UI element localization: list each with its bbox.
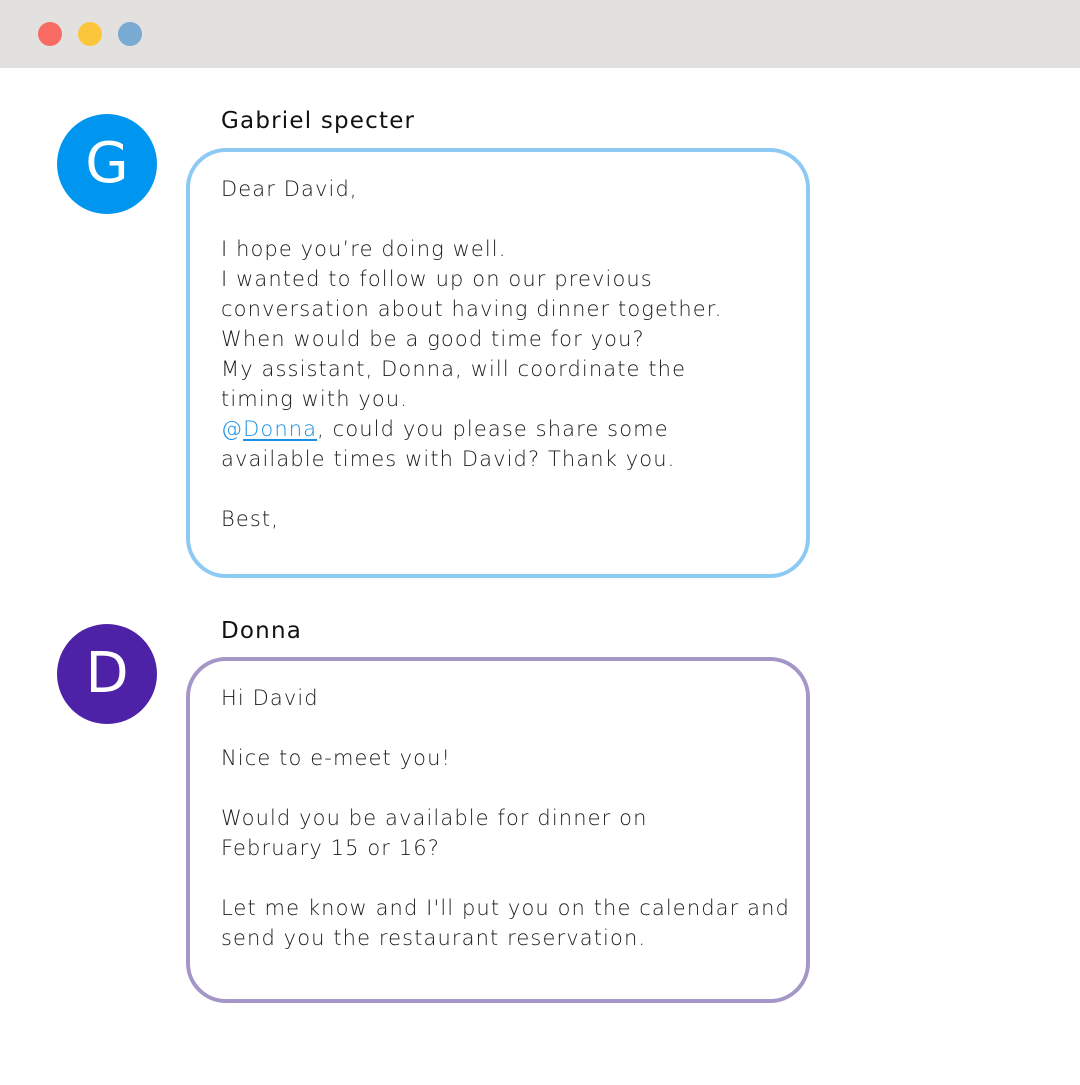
message-line: conversation about having dinner togethe… [221,297,723,321]
message-line: I hope you’re doing well. [221,237,507,261]
message-line: My assistant, Donna, will coordinate the [221,357,687,381]
mention-rest-text: , could you please share some [317,417,669,441]
avatar-gabriel[interactable]: G [57,114,157,214]
message-line: February 15 or 16? [221,836,440,860]
message-line [221,474,722,504]
message-line: When would be a good time for you? [221,327,645,351]
message-line: send you the restaurant reservation. [221,926,647,950]
close-window-button[interactable] [38,22,62,46]
avatar-donna[interactable]: D [57,624,157,724]
message-line: Dear David, [221,177,358,201]
message-line: timing with you. [221,387,409,411]
mention-link[interactable]: @Donna [221,417,317,441]
message-line: Let me know and I'll put you on the cale… [221,896,790,920]
mention-name: Donna [243,417,318,441]
sender-name: Donna [221,618,303,644]
sender-name: Gabriel specter [221,108,416,134]
message-line: I wanted to follow up on our previous [221,267,653,291]
message-line [221,204,722,234]
message-bubble: Hi David Nice to e-meet you! Would you b… [186,657,810,1003]
message-line: available times with David? Thank you. [221,447,676,471]
mention-at-sign: @ [221,417,244,441]
minimize-window-button[interactable] [78,22,102,46]
message-line [221,773,790,803]
message-line: Would you be available for dinner on [221,806,648,830]
zoom-window-button[interactable] [118,22,142,46]
message-line: Best, [221,507,280,531]
message-line [221,863,790,893]
message-body: Hi David Nice to e-meet you! Would you b… [221,683,790,953]
window-titlebar [0,0,1080,68]
message-line [221,713,790,743]
message-line-mention: @Donna, could you please share some [221,414,722,444]
message-body: Dear David, I hope you’re doing well. I … [221,174,722,534]
message-bubble: Dear David, I hope you’re doing well. I … [186,148,810,578]
message-line: Hi David [221,686,319,710]
message-line: Nice to e-meet you! [221,746,452,770]
